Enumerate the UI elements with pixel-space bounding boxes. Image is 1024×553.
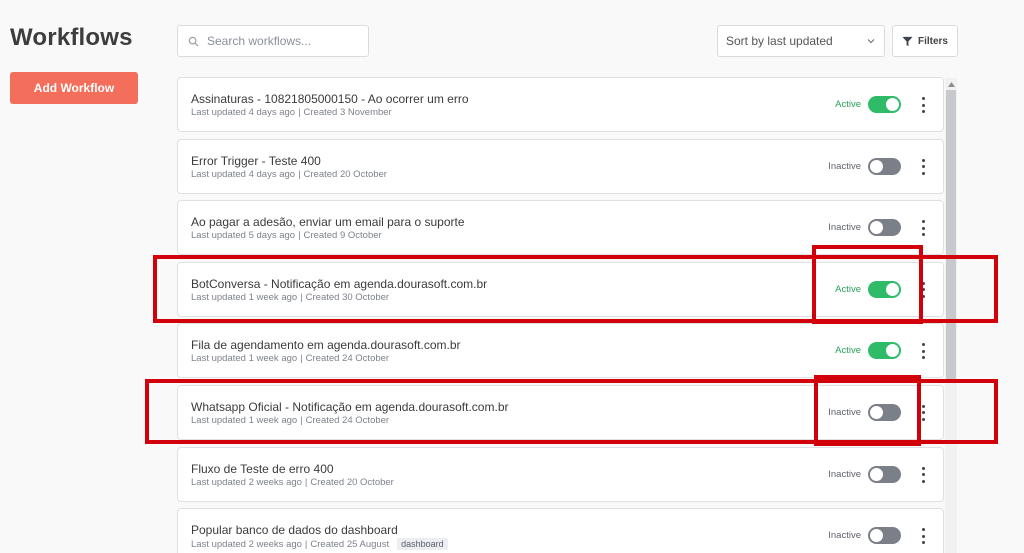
- add-workflow-button[interactable]: Add Workflow: [10, 72, 138, 104]
- workflow-created: Created 24 October: [305, 353, 390, 365]
- meta-separator: |: [298, 107, 301, 118]
- more-options-icon[interactable]: [918, 158, 928, 175]
- workflow-meta: Last updated 4 days ago | Created 20 Oct…: [191, 169, 387, 180]
- filters-label: Filters: [917, 35, 948, 47]
- workflow-name[interactable]: Ao pagar a adesão, enviar um email para …: [191, 215, 465, 229]
- workflow-created: Created 24 October: [305, 414, 390, 426]
- toggle-knob: [870, 405, 883, 419]
- workflow-card[interactable]: Error Trigger - Teste 400 Last updated 4…: [177, 138, 944, 194]
- workflow-meta: Last updated 1 week ago | Created 24 Oct…: [191, 415, 389, 426]
- workflow-updated: Last updated 4 days ago: [191, 168, 296, 180]
- workflow-name[interactable]: Error Trigger - Teste 400: [191, 154, 321, 168]
- workflow-active-toggle[interactable]: [868, 96, 901, 113]
- workflow-created: Created 20 October: [310, 476, 394, 488]
- more-options-icon[interactable]: [918, 528, 928, 545]
- workflow-card[interactable]: Ao pagar a adesão, enviar um email para …: [177, 200, 944, 256]
- search-icon: [188, 36, 199, 47]
- workflow-updated: Last updated 5 days ago: [191, 230, 296, 242]
- toggle-knob: [870, 467, 883, 481]
- funnel-icon: [902, 36, 913, 46]
- workflow-card[interactable]: Whatsapp Oficial - Notificação em agenda…: [177, 384, 944, 440]
- workflow-name[interactable]: Popular banco de dados do dashboard: [191, 523, 398, 537]
- meta-separator: |: [304, 476, 308, 488]
- workflow-status: Inactive: [828, 468, 861, 480]
- more-options-icon[interactable]: [918, 281, 928, 298]
- workflow-name[interactable]: BotConversa - Notificação em agenda.dour…: [191, 277, 487, 291]
- workflow-created: Created 30 October: [305, 291, 390, 303]
- workflow-card[interactable]: Assinaturas - 10821805000150 - Ao ocorre…: [177, 77, 944, 132]
- workflow-name[interactable]: Whatsapp Oficial - Notificação em agenda…: [191, 400, 508, 414]
- scroll-up-arrow-icon[interactable]: [945, 78, 957, 90]
- workflow-status: Active: [835, 283, 861, 295]
- workflow-meta: Last updated 5 days ago | Created 9 Octo…: [191, 230, 382, 241]
- workflow-created: Created 20 October: [303, 168, 387, 180]
- filters-button[interactable]: Filters: [892, 25, 958, 57]
- search-box[interactable]: [177, 25, 369, 57]
- toggle-knob: [886, 98, 899, 111]
- workflow-card[interactable]: Fluxo de Teste de erro 400 Last updated …: [177, 446, 944, 502]
- workflow-active-toggle[interactable]: [868, 157, 901, 175]
- workflow-created: Created 25 August: [310, 538, 390, 550]
- meta-separator: |: [300, 353, 303, 365]
- meta-separator: |: [298, 230, 301, 242]
- workflow-name[interactable]: Fila de agendamento em agenda.dourasoft.…: [191, 338, 461, 352]
- more-options-icon[interactable]: [918, 97, 928, 113]
- meta-separator: |: [300, 291, 303, 303]
- workflow-status: Inactive: [828, 160, 861, 172]
- workflow-status: Active: [835, 345, 861, 357]
- workflow-card[interactable]: Popular banco de dados do dashboard Last…: [177, 508, 944, 553]
- chevron-down-icon: [867, 39, 875, 44]
- scroll-thumb[interactable]: [946, 90, 956, 382]
- workflow-meta: Last updated 2 weeks ago | Created 25 Au…: [191, 538, 448, 551]
- workflow-active-toggle[interactable]: [868, 280, 901, 298]
- workflow-meta: Last updated 2 weeks ago | Created 20 Oc…: [191, 477, 394, 488]
- workflow-active-toggle[interactable]: [868, 527, 901, 545]
- sort-value: Sort by last updated: [726, 34, 833, 48]
- workflow-meta: Last updated 1 week ago | Created 24 Oct…: [191, 353, 389, 364]
- workflow-updated: Last updated 1 week ago: [191, 414, 298, 426]
- workflow-updated: Last updated 2 weeks ago: [191, 476, 302, 488]
- workflow-list: Assinaturas - 10821805000150 - Ao ocorre…: [177, 77, 944, 553]
- workflow-created: Created 9 October: [303, 230, 382, 242]
- toggle-knob: [870, 529, 883, 543]
- more-options-icon[interactable]: [918, 466, 928, 483]
- workflow-name[interactable]: Assinaturas - 10821805000150 - Ao ocorre…: [191, 92, 469, 106]
- workflow-updated: Last updated 1 week ago: [191, 353, 298, 365]
- sort-select[interactable]: Sort by last updated: [717, 25, 885, 57]
- meta-separator: |: [304, 538, 308, 550]
- more-options-icon[interactable]: [918, 404, 928, 421]
- workflow-meta: Last updated 1 week ago | Created 30 Oct…: [191, 292, 389, 303]
- more-options-icon[interactable]: [918, 220, 928, 237]
- toggle-knob: [886, 344, 899, 358]
- toggle-knob: [886, 282, 899, 296]
- workflow-active-toggle[interactable]: [868, 219, 901, 237]
- meta-separator: |: [300, 414, 303, 426]
- workflow-status: Inactive: [828, 406, 861, 418]
- workflow-name[interactable]: Fluxo de Teste de erro 400: [191, 462, 334, 476]
- workflow-updated: Last updated 4 days ago: [191, 107, 296, 118]
- workflow-updated: Last updated 1 week ago: [191, 291, 298, 303]
- workflow-active-toggle[interactable]: [868, 403, 901, 421]
- meta-separator: |: [298, 168, 301, 180]
- more-options-icon[interactable]: [918, 343, 928, 360]
- search-input[interactable]: [207, 34, 357, 48]
- workflow-tag[interactable]: dashboard: [397, 538, 448, 551]
- workflow-active-toggle[interactable]: [868, 342, 901, 360]
- workflow-status: Inactive: [828, 530, 861, 542]
- toggle-knob: [870, 159, 883, 173]
- workflow-status: Inactive: [828, 222, 861, 234]
- toggle-knob: [870, 221, 883, 235]
- page-title: Workflows: [10, 24, 133, 51]
- workflow-status: Active: [835, 99, 861, 110]
- workflow-updated: Last updated 2 weeks ago: [191, 538, 302, 550]
- workflow-meta: Last updated 4 days ago | Created 3 Nove…: [191, 107, 392, 118]
- workflow-active-toggle[interactable]: [868, 465, 901, 483]
- workflow-card[interactable]: Fila de agendamento em agenda.dourasoft.…: [177, 323, 944, 379]
- workflows-page: Workflows Add Workflow Sort by last upda…: [0, 0, 1024, 553]
- scrollbar[interactable]: [945, 78, 957, 553]
- workflow-created: Created 3 November: [303, 107, 392, 118]
- workflow-card[interactable]: BotConversa - Notificação em agenda.dour…: [177, 261, 944, 317]
